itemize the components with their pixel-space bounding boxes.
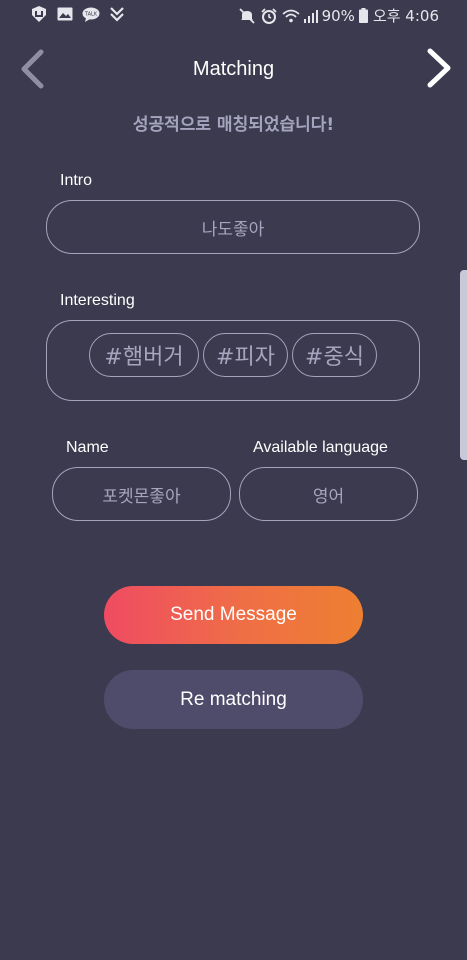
re-matching-button[interactable]: Re matching (104, 670, 363, 729)
interest-tag-label: #중식 (305, 345, 364, 370)
success-message: 성공적으로 매칭되었습니다! (132, 115, 335, 135)
intro-value: 나도좋아 (201, 219, 265, 240)
svg-text:TALK: TALK (84, 11, 98, 17)
talk-icon: TALK (82, 6, 100, 22)
interest-tag-label: #피자 (216, 345, 275, 370)
status-left-icons: TALK (30, 6, 126, 22)
alarm-icon (260, 7, 278, 24)
status-bar: TALK 90% 오후 4:06 (0, 0, 467, 34)
checklist-icon (108, 6, 126, 22)
interest-tag[interactable]: #햄버거 (89, 333, 199, 377)
signal-icon (303, 8, 318, 24)
wifi-icon (282, 8, 300, 24)
app-notification-icon (30, 6, 48, 22)
name-value: 포켓몬좋아 (102, 486, 181, 507)
image-icon (56, 6, 74, 22)
mute-icon (238, 7, 256, 24)
name-field[interactable]: 포켓몬좋아 (52, 467, 231, 521)
re-matching-label: Re matching (180, 688, 287, 710)
interest-tag[interactable]: #중식 (292, 333, 377, 377)
chevron-right-icon (427, 48, 451, 88)
language-label: Available language (253, 439, 388, 456)
status-right: 90% 오후 4:06 (238, 5, 439, 26)
intro-label: Intro (60, 172, 93, 189)
send-message-button[interactable]: Send Message (104, 586, 363, 644)
interesting-label: Interesting (60, 292, 135, 309)
battery-percent: 90% (321, 6, 355, 25)
language-value: 영어 (312, 486, 345, 507)
next-button[interactable] (422, 47, 454, 89)
intro-field[interactable]: 나도좋아 (46, 200, 420, 254)
language-field[interactable]: 영어 (239, 467, 418, 521)
status-time: 오후 4:06 (372, 7, 439, 25)
interest-tag-label: #햄버거 (104, 345, 184, 370)
send-message-label: Send Message (170, 604, 297, 625)
interest-tag[interactable]: #피자 (203, 333, 288, 377)
page-title: Matching (192, 58, 275, 80)
name-label: Name (66, 439, 109, 456)
scrollbar[interactable] (460, 270, 467, 460)
battery-icon (359, 8, 369, 24)
